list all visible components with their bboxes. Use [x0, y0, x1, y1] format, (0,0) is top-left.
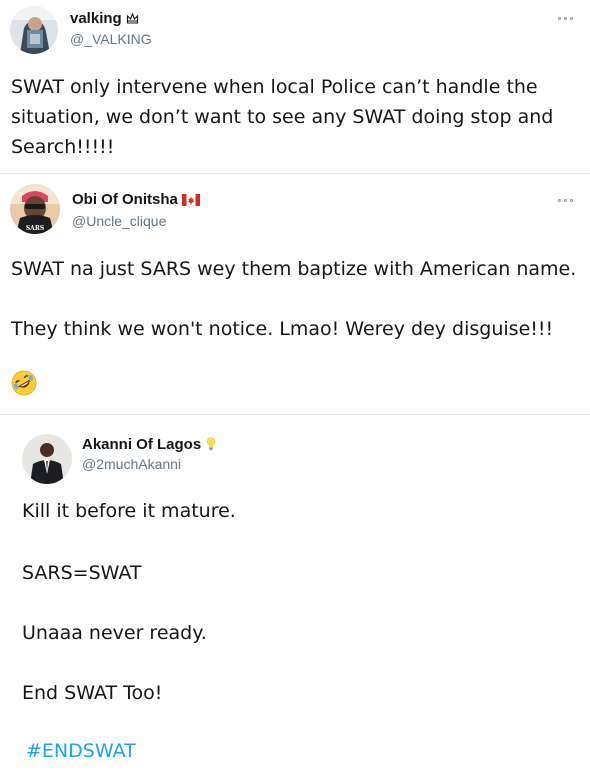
rolling-on-floor-laughing-emoji-icon: [11, 370, 37, 396]
more-options-icon[interactable]: [558, 14, 578, 22]
crown-outline-icon: [126, 12, 139, 29]
avatar-obi-of-onitsha[interactable]: SARS: [10, 184, 60, 234]
hashtag-link[interactable]: #ENDSWAT: [26, 740, 136, 762]
user-handle[interactable]: @_VALKING: [70, 31, 152, 47]
tweet-paragraph: Kill it before it mature.: [22, 500, 236, 522]
lightbulb-icon: [205, 437, 217, 455]
canada-flag-icon: [181, 193, 200, 210]
more-options-icon[interactable]: [558, 196, 578, 204]
tweet-paragraph: End SWAT Too!: [22, 682, 163, 704]
tweet-paragraph: Unaaa never ready.: [22, 622, 207, 644]
avatar-valking[interactable]: [10, 6, 58, 54]
display-name[interactable]: valking: [70, 10, 139, 29]
tweet-akanni-of-lagos: Akanni Of Lagos @2muchAkanni Kill it bef…: [0, 414, 590, 774]
tweet-obi-of-onitsha: SARS Obi Of Onitsha @Uncle_clique SWAT n…: [0, 174, 590, 415]
tweet-valking: valking @_VALKING SWAT only intervene wh…: [0, 0, 590, 174]
tweet-text: SWAT only intervene when local Police ca…: [11, 76, 554, 158]
display-name[interactable]: Obi Of Onitsha: [72, 191, 200, 210]
avatar-sars-text: SARS: [26, 225, 44, 232]
user-handle[interactable]: @Uncle_clique: [72, 213, 166, 229]
tweet-paragraph: SARS=SWAT: [22, 562, 142, 584]
tweet-text: SWAT na just SARS wey them baptize with …: [11, 258, 577, 340]
display-name[interactable]: Akanni Of Lagos: [82, 436, 217, 455]
user-handle[interactable]: @2muchAkanni: [82, 456, 181, 472]
avatar-akanni-of-lagos[interactable]: [22, 434, 72, 484]
